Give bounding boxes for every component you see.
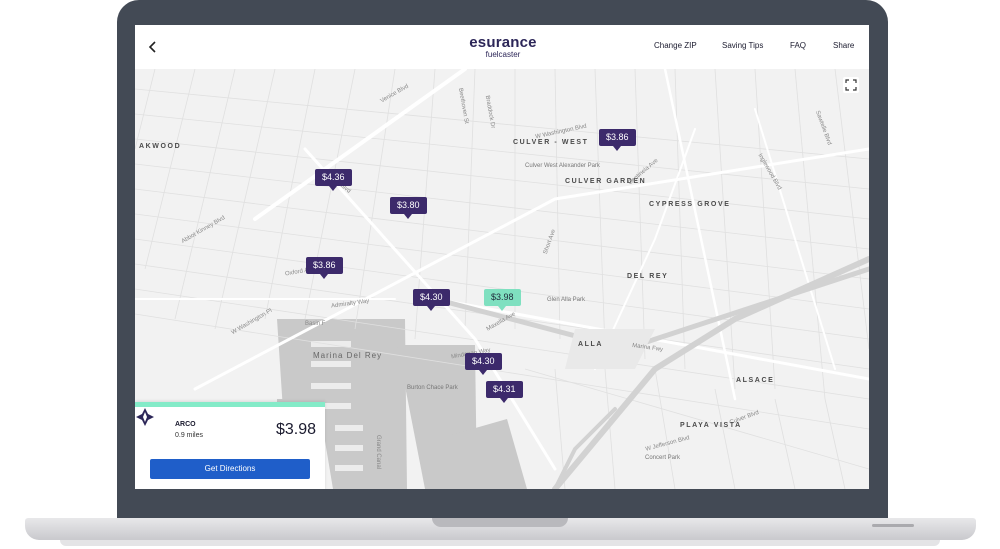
get-directions-button[interactable]: Get Directions <box>150 459 310 479</box>
price-pin[interactable]: $4.30 <box>413 289 450 311</box>
logo-wordmark: esurance <box>469 34 537 51</box>
area-label: Culver West Alexander Park <box>525 163 600 169</box>
nav-faq[interactable]: FAQ <box>790 41 806 50</box>
neighborhood-label: CYPRESS GROVE <box>649 201 731 208</box>
price-pin[interactable]: $3.86 <box>599 129 636 151</box>
price-pin[interactable]: $4.36 <box>315 169 352 191</box>
price-pin[interactable]: $4.31 <box>486 381 523 403</box>
nav-saving-tips[interactable]: Saving Tips <box>722 41 763 50</box>
area-label: Glen Alla Park <box>547 297 586 303</box>
back-button[interactable] <box>145 37 161 57</box>
laptop-foot <box>60 540 940 546</box>
price-pin[interactable]: $4.30 <box>465 353 502 375</box>
price-pin[interactable]: $3.86 <box>306 257 343 279</box>
laptop-notch <box>432 518 568 527</box>
area-label: Burton Chace Park <box>407 385 458 391</box>
nav-share[interactable]: Share <box>833 41 854 50</box>
logo-subtitle: fuelcaster <box>485 50 521 59</box>
price-pin-selected[interactable]: $3.98 <box>484 289 521 311</box>
app-header: esurance fuelcaster Change ZIP Saving Ti… <box>135 25 869 69</box>
laptop-slot <box>872 524 914 527</box>
neighborhood-label: ALSACE <box>736 377 775 384</box>
nav-change-zip[interactable]: Change ZIP <box>654 41 697 50</box>
chevron-left-icon <box>148 41 156 53</box>
area-label: Concert Park <box>645 455 681 461</box>
neighborhood-label: AKWOOD <box>139 143 182 150</box>
map-view[interactable]: AKWOOD CULVER - WEST CULVER GARDEN CYPRE… <box>135 69 869 489</box>
station-price: $3.98 <box>276 421 317 438</box>
street-label: Grand Canal <box>375 434 382 470</box>
street-label: Basin F <box>305 321 326 327</box>
area-label: Marina Del Rey <box>313 351 383 360</box>
neighborhood-label: CULVER - WEST <box>513 139 589 146</box>
station-distance: 0.9 miles <box>175 432 204 439</box>
station-name: ARCO <box>175 421 196 428</box>
brand-logo[interactable]: esurance fuelcaster <box>461 35 545 60</box>
app-screen: esurance fuelcaster Change ZIP Saving Ti… <box>135 25 869 489</box>
station-card: ARCO 0.9 miles $3.98 Get Directions <box>135 402 325 489</box>
fullscreen-icon <box>845 79 857 91</box>
arco-logo-icon <box>136 408 154 426</box>
fullscreen-button[interactable] <box>843 77 859 93</box>
neighborhood-label: DEL REY <box>627 273 669 280</box>
price-pin[interactable]: $3.80 <box>390 197 427 219</box>
neighborhood-label: ALLA <box>578 341 604 348</box>
